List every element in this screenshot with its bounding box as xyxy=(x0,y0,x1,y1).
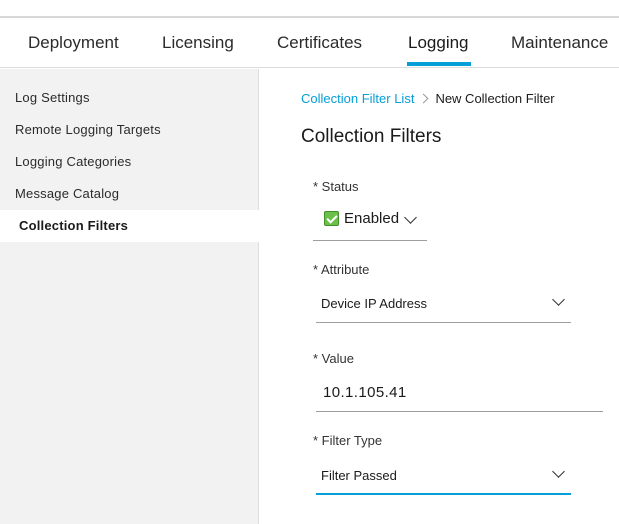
attribute-label: * Attribute xyxy=(313,262,370,277)
tab-maintenance[interactable]: Maintenance xyxy=(511,33,608,53)
tab-certificates[interactable]: Certificates xyxy=(277,33,362,53)
tab-logging[interactable]: Logging xyxy=(408,33,469,53)
filter-type-label: * Filter Type xyxy=(313,433,383,448)
sidebar: Log Settings Remote Logging Targets Logg… xyxy=(0,69,259,524)
tab-deployment[interactable]: Deployment xyxy=(28,33,119,53)
breadcrumb: Collection Filter List New Collection Fi… xyxy=(301,91,555,106)
sidebar-item-log-settings[interactable]: Log Settings xyxy=(0,82,259,114)
breadcrumb-chevron-right-icon xyxy=(418,93,429,104)
status-label: * Status xyxy=(313,179,359,194)
checkbox-checked-icon[interactable] xyxy=(324,211,339,226)
status-value: Enabled xyxy=(344,210,400,227)
attribute-select[interactable]: Device IP Address xyxy=(316,287,571,323)
page-title: Collection Filters xyxy=(301,126,442,147)
filter-type-select[interactable]: Filter Passed xyxy=(316,459,571,495)
active-tab-indicator xyxy=(407,62,471,66)
sidebar-item-logging-categories[interactable]: Logging Categories xyxy=(0,146,259,178)
breadcrumb-link-collection-filter-list[interactable]: Collection Filter List xyxy=(301,91,414,106)
value-input[interactable] xyxy=(316,374,603,412)
chevron-down-icon xyxy=(552,465,565,478)
breadcrumb-current: New Collection Filter xyxy=(435,91,555,106)
tab-licensing[interactable]: Licensing xyxy=(162,33,234,53)
value-label: * Value xyxy=(313,351,354,366)
chevron-down-icon xyxy=(552,293,565,306)
attribute-value: Device IP Address xyxy=(321,296,427,311)
sidebar-item-remote-logging-targets[interactable]: Remote Logging Targets xyxy=(0,114,259,146)
main-content: Collection Filter List New Collection Fi… xyxy=(260,69,619,524)
chevron-down-icon xyxy=(404,211,417,224)
filter-type-value: Filter Passed xyxy=(321,468,397,483)
sidebar-item-message-catalog[interactable]: Message Catalog xyxy=(0,178,259,210)
top-tab-bar: Deployment Licensing Certificates Loggin… xyxy=(0,18,619,68)
sidebar-item-collection-filters[interactable]: Collection Filters xyxy=(0,210,259,242)
status-dropdown[interactable]: Enabled xyxy=(313,205,427,241)
